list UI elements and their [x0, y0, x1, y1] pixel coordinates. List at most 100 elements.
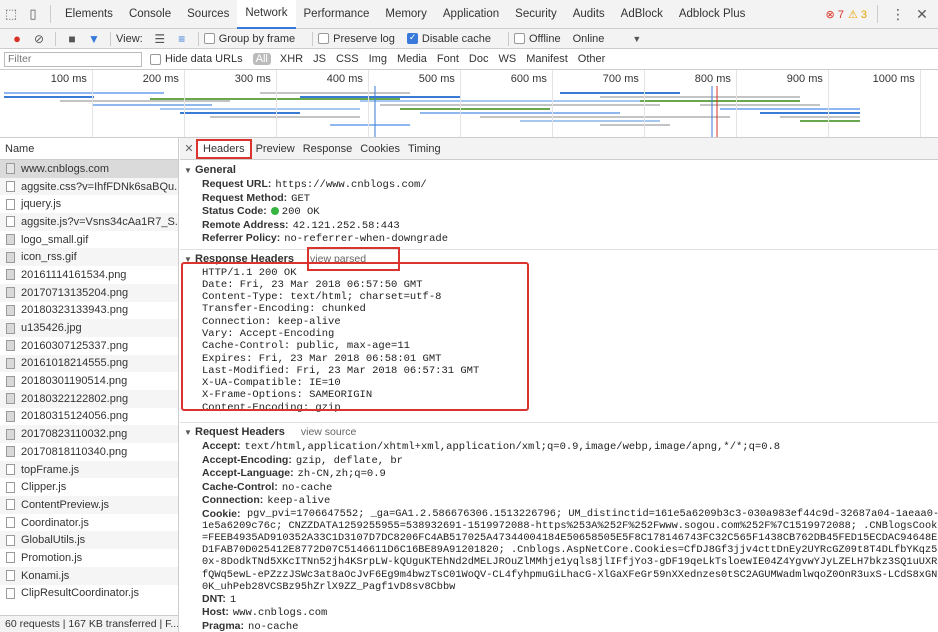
detail-tab-timing[interactable]: Timing	[404, 143, 445, 155]
tab-sources[interactable]: Sources	[179, 0, 237, 29]
request-row[interactable]: GlobalUtils.js	[0, 531, 178, 550]
cookie-line: D1FAB70D025412E8772D07C5146611D6C16BE89A…	[202, 544, 938, 557]
disable-cache-label: Disable cache	[421, 32, 491, 45]
filter-type-xhr[interactable]: XHR	[275, 53, 308, 65]
request-row[interactable]: Coordinator.js	[0, 514, 178, 532]
preserve-log-checkbox[interactable]: Preserve log	[318, 33, 395, 45]
clear-icon[interactable]: ⊘	[28, 32, 50, 46]
tab-memory[interactable]: Memory	[377, 0, 435, 29]
tab-network[interactable]: Network	[237, 0, 296, 29]
request-row[interactable]: aggsite.css?v=IhfFDNk6saBQu...	[0, 177, 178, 196]
view-label: View:	[116, 32, 143, 45]
warning-count-badge[interactable]: ⚠ 3	[848, 8, 867, 21]
request-row[interactable]: 20170818110340.png	[0, 443, 178, 461]
tab-adblock[interactable]: AdBlock	[613, 0, 671, 29]
request-row[interactable]: 20180323133943.png	[0, 302, 178, 320]
request-row[interactable]: logo_small.gif	[0, 231, 178, 249]
filter-type-manifest[interactable]: Manifest	[521, 53, 573, 65]
request-row[interactable]: ClipResultCoordinator.js	[0, 585, 178, 603]
filter-type-other[interactable]: Other	[573, 53, 611, 65]
request-row[interactable]: Clipper.js	[0, 478, 178, 496]
request-row[interactable]: Konami.js	[0, 566, 178, 585]
filter-input[interactable]	[4, 51, 142, 67]
request-row[interactable]: icon_rss.gif	[0, 248, 178, 267]
waterfall-icon[interactable]: ≡	[171, 32, 193, 46]
request-row[interactable]: Promotion.js	[0, 549, 178, 567]
offline-checkbox[interactable]: Offline	[513, 33, 561, 45]
tab-console[interactable]: Console	[121, 0, 179, 29]
tab-audits[interactable]: Audits	[565, 0, 613, 29]
request-row[interactable]: 20160307125337.png	[0, 337, 178, 355]
timeline-bar	[600, 96, 800, 98]
request-name: jquery.js	[21, 198, 62, 211]
header-key: Request URL:	[202, 178, 272, 190]
timeline-bar	[260, 92, 410, 94]
request-row[interactable]: jquery.js	[0, 195, 178, 213]
request-row[interactable]: u135426.jpg	[0, 319, 178, 337]
timeline-gridline	[92, 70, 93, 137]
close-icon[interactable]: ✕	[182, 142, 196, 155]
divider	[312, 31, 314, 46]
filter-type-all[interactable]: All	[252, 53, 271, 65]
timeline-overview[interactable]: 100 ms 200 ms 300 ms 400 ms 500 ms 600 ms 700 …	[0, 70, 938, 138]
request-row[interactable]: 20180315124056.png	[0, 408, 178, 426]
header-key: Connection:	[202, 494, 264, 507]
screenshot-icon[interactable]: ■	[61, 32, 83, 46]
view-parsed-link[interactable]: view parsed	[310, 252, 366, 267]
disable-cache-checkbox[interactable]: Disable cache	[406, 32, 491, 45]
request-row[interactable]: ContentPreview.js	[0, 496, 178, 514]
header-key: Request Method:	[202, 191, 288, 204]
large-rows-icon[interactable]: ☰	[149, 32, 171, 46]
chevron-down-icon[interactable]: ▼	[632, 34, 641, 44]
request-row[interactable]: aggsite.js?v=Vsns34cAa1R7_S...	[0, 213, 178, 231]
timeline-bar	[420, 112, 620, 114]
request-headers-toggle[interactable]: ▼ Request Headers view source	[184, 425, 938, 440]
image-file-icon	[6, 287, 15, 299]
response-header-line: Content-Type: text/html; charset=utf-8	[202, 291, 442, 304]
request-row[interactable]: topFrame.js	[0, 460, 178, 479]
filter-type-js[interactable]: JS	[308, 53, 331, 65]
error-count: 7	[837, 8, 844, 21]
tab-application[interactable]: Application	[435, 0, 507, 29]
detail-tab-response[interactable]: Response	[299, 143, 357, 155]
tab-performance[interactable]: Performance	[296, 0, 378, 29]
request-header-row: Accept: text/html,application/xhtml+xml,a…	[184, 440, 938, 454]
general-toggle[interactable]: ▼ General	[184, 163, 938, 178]
inspect-element-icon[interactable]: ⬚	[0, 0, 22, 29]
detail-tab-cookies[interactable]: Cookies	[356, 143, 404, 155]
filter-type-media[interactable]: Media	[392, 53, 432, 65]
more-options-icon[interactable]: ⋮	[888, 6, 908, 23]
name-column-header[interactable]: Name	[0, 138, 178, 160]
tab-security[interactable]: Security	[507, 0, 565, 29]
detail-tab-headers[interactable]: Headers	[196, 138, 252, 159]
filter-type-doc[interactable]: Doc	[464, 53, 494, 65]
filter-type-img[interactable]: Img	[364, 53, 392, 65]
request-row[interactable]: 20170823110032.png	[0, 425, 178, 443]
filter-type-css[interactable]: CSS	[331, 53, 364, 65]
throttling-select[interactable]: Online	[573, 33, 605, 45]
detail-tab-preview[interactable]: Preview	[252, 143, 299, 155]
timeline-tick-label: 200 ms	[142, 73, 179, 85]
filter-icon[interactable]: ▼	[83, 32, 105, 46]
request-name: ClipResultCoordinator.js	[21, 587, 139, 600]
hide-data-urls-checkbox[interactable]: Hide data URLs	[150, 53, 243, 65]
filter-type-font[interactable]: Font	[432, 53, 464, 65]
group-by-frame-checkbox[interactable]: Group by frame	[203, 33, 295, 45]
request-row[interactable]: 20161114161534.png	[0, 266, 178, 284]
close-icon[interactable]: ✕	[912, 6, 932, 23]
request-row[interactable]: 20180322122802.png	[0, 389, 178, 408]
view-source-link[interactable]: view source	[301, 425, 356, 440]
tab-adblock-plus[interactable]: Adblock Plus	[671, 0, 753, 29]
cookie-value: pgv_pvi=1706647552; _ga=GA1.2.586676306.…	[184, 508, 938, 593]
response-headers-toggle[interactable]: ▼ Response Headers view parsed	[184, 252, 938, 267]
request-row[interactable]: 20170713135204.png	[0, 283, 178, 302]
record-icon[interactable]: ●	[6, 31, 28, 46]
request-row[interactable]: 20161018214555.png	[0, 354, 178, 373]
tab-elements[interactable]: Elements	[57, 0, 121, 29]
request-row[interactable]: 20180301190514.png	[0, 372, 178, 390]
request-row[interactable]: www.cnblogs.com	[0, 160, 178, 178]
error-count-badge[interactable]: ⊗ 7	[826, 8, 844, 21]
filter-type-ws[interactable]: WS	[493, 53, 521, 65]
triangle-down-icon: ▼	[184, 428, 192, 438]
device-toolbar-icon[interactable]: ▯	[22, 0, 44, 29]
